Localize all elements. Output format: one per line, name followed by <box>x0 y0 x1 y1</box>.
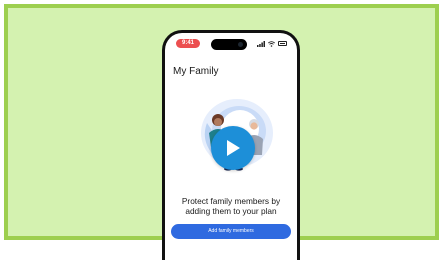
video-thumbnail-frame: 9:41 My Family Protect family members by… <box>4 4 439 260</box>
status-icons <box>257 39 287 48</box>
plan-headline: Protect family members by adding them to… <box>169 196 293 216</box>
phone-screen: 9:41 My Family Protect family members by… <box>165 33 297 260</box>
headline-line-1: Protect family members by <box>181 196 281 206</box>
headline-line-2: adding them to your plan <box>185 206 277 216</box>
phone-mockup: 9:41 My Family Protect family members by… <box>162 30 300 260</box>
signal-icon <box>257 40 265 47</box>
wifi-icon <box>268 40 275 47</box>
battery-icon <box>278 41 287 46</box>
dynamic-island <box>211 39 247 50</box>
play-button[interactable] <box>211 126 255 170</box>
play-icon <box>227 140 240 156</box>
status-time: 9:41 <box>176 39 200 48</box>
camera-icon <box>238 42 243 47</box>
add-family-members-button[interactable]: Add family members <box>171 224 291 239</box>
page-title: My Family <box>173 66 219 77</box>
